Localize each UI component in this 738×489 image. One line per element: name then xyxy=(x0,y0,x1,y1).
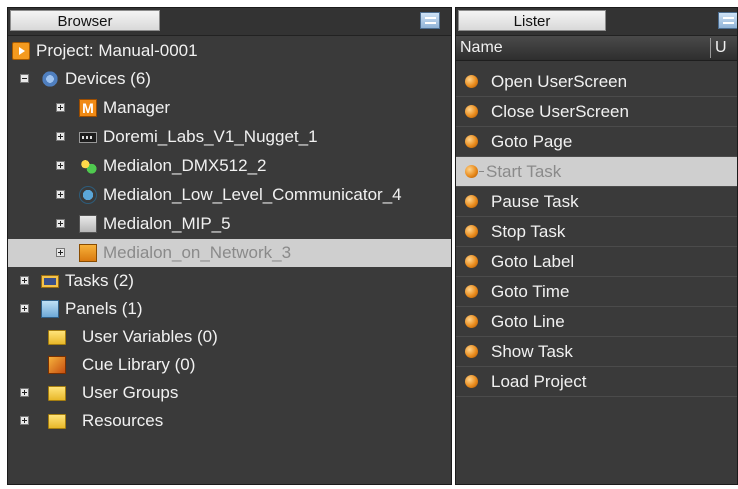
lister-item-label: Goto Page xyxy=(491,132,573,151)
expand-toggle-icon[interactable] xyxy=(56,190,65,199)
command-dot-icon xyxy=(465,285,478,298)
lister-item[interactable]: Goto Page xyxy=(456,127,737,157)
command-dot-icon xyxy=(465,375,478,388)
tasks-icon xyxy=(41,275,59,288)
tree-item-label: User Variables (0) xyxy=(82,327,218,346)
tree-item-panels[interactable]: Panels (1) xyxy=(8,295,451,323)
tree-item-label: Medialon_on_Network_3 xyxy=(103,243,292,262)
lister-item-label: Stop Task xyxy=(491,222,566,241)
mip-device-icon xyxy=(79,215,97,233)
tree-item-device[interactable]: Medialon_Low_Level_Communicator_4 xyxy=(8,181,451,209)
lister-item-label: Show Task xyxy=(491,342,573,361)
nugget-device-icon xyxy=(79,132,97,143)
command-dot-icon xyxy=(465,75,478,88)
lister-tabbar: Lister xyxy=(456,8,737,36)
tree-item-devices[interactable]: Devices (6) xyxy=(8,65,451,93)
command-dot-icon xyxy=(465,105,478,118)
tree-item-label: Medialon_MIP_5 xyxy=(103,214,231,233)
tree-item-label: Project: Manual-0001 xyxy=(36,41,198,60)
folder-icon xyxy=(48,414,66,429)
lister-item[interactable]: Open UserScreen xyxy=(456,67,737,97)
browser-pane: Browser Project: Manual-0001 Devices (6)… xyxy=(7,7,452,485)
lister-item[interactable]: Goto Line xyxy=(456,307,737,337)
lister-item-label: Goto Line xyxy=(491,312,565,331)
tree-item-resources[interactable]: Resources xyxy=(8,407,451,435)
lister-item-label: Close UserScreen xyxy=(491,102,629,121)
column-divider[interactable] xyxy=(710,38,711,58)
tree-item-label: Panels (1) xyxy=(65,299,143,318)
lister-item[interactable]: Goto Time xyxy=(456,277,737,307)
lister-item-label: Goto Label xyxy=(491,252,575,271)
user-variables-icon xyxy=(48,330,66,345)
view-options-icon[interactable] xyxy=(420,12,440,29)
tree-item-label: Doremi_Labs_V1_Nugget_1 xyxy=(103,127,318,146)
lister-pane: Lister Name U Open UserScreen Close User… xyxy=(455,7,738,485)
lister-item-selected[interactable]: Start Task xyxy=(456,157,737,187)
command-dot-icon xyxy=(465,165,478,178)
collapse-toggle-icon[interactable] xyxy=(20,74,29,83)
tree-item-label: Devices (6) xyxy=(65,69,151,88)
folder-icon xyxy=(48,386,66,401)
lister-item[interactable]: Goto Label xyxy=(456,247,737,277)
devices-gear-icon xyxy=(41,70,59,88)
lister-item[interactable]: Pause Task xyxy=(456,187,737,217)
column-header-name[interactable]: Name xyxy=(460,36,503,60)
lister-column-header: Name U xyxy=(456,36,737,61)
lister-item[interactable]: Close UserScreen xyxy=(456,97,737,127)
tree-item-device[interactable]: Doremi_Labs_V1_Nugget_1 xyxy=(8,123,451,151)
expand-toggle-icon[interactable] xyxy=(20,416,29,425)
manager-m-icon: M xyxy=(79,99,97,117)
lister-item-label: Pause Task xyxy=(491,192,579,211)
expand-toggle-icon[interactable] xyxy=(56,219,65,228)
tree-item-device[interactable]: Medialon_DMX512_2 xyxy=(8,152,451,180)
command-dot-icon xyxy=(465,195,478,208)
tree-item-device[interactable]: Medialon_MIP_5 xyxy=(8,210,451,238)
expand-toggle-icon[interactable] xyxy=(56,132,65,141)
lister-item-label: Load Project xyxy=(491,372,587,391)
tree-item-user-variables[interactable]: User Variables (0) xyxy=(8,323,451,351)
dmx-device-icon xyxy=(79,157,97,175)
lister-tab[interactable]: Lister xyxy=(458,10,606,31)
tree-item-label: User Groups xyxy=(82,383,179,402)
tree-item-device[interactable]: M Manager xyxy=(8,94,451,122)
tree-item-label: Resources xyxy=(82,411,164,430)
view-options-icon[interactable] xyxy=(718,12,737,29)
command-dot-icon xyxy=(465,315,478,328)
tree-item-label: Cue Library (0) xyxy=(82,355,196,374)
tree-item-user-groups[interactable]: User Groups xyxy=(8,379,451,407)
expand-toggle-icon[interactable] xyxy=(20,388,29,397)
command-dot-icon xyxy=(465,225,478,238)
browser-tabbar: Browser xyxy=(8,8,451,36)
panels-icon xyxy=(41,300,59,318)
communicator-device-icon xyxy=(79,186,97,204)
lister-item-label: Goto Time xyxy=(491,282,570,301)
expand-toggle-icon[interactable] xyxy=(56,248,65,257)
command-dot-icon xyxy=(465,135,478,148)
tree-item-cue-library[interactable]: Cue Library (0) xyxy=(8,351,451,379)
cue-library-icon xyxy=(48,356,66,374)
tree-item-tasks[interactable]: Tasks (2) xyxy=(8,267,451,295)
lister-item-label: Open UserScreen xyxy=(491,72,628,91)
tree-item-label: Manager xyxy=(103,98,171,117)
expand-toggle-icon[interactable] xyxy=(56,103,65,112)
tree-item-label: Medialon_Low_Level_Communicator_4 xyxy=(103,185,402,204)
network-device-icon xyxy=(79,244,97,262)
tree-item-label: Tasks (2) xyxy=(65,271,134,290)
expand-toggle-icon[interactable] xyxy=(56,161,65,170)
lister-item[interactable]: Show Task xyxy=(456,337,737,367)
tree-item-device-selected[interactable]: Medialon_on_Network_3 xyxy=(8,239,451,267)
expand-toggle-icon[interactable] xyxy=(20,276,29,285)
tree-item-label: Medialon_DMX512_2 xyxy=(103,156,267,175)
expand-toggle-icon[interactable] xyxy=(20,304,29,313)
drag-indicator xyxy=(479,171,484,172)
tree-item-project[interactable]: Project: Manual-0001 xyxy=(8,37,451,65)
column-header-u[interactable]: U xyxy=(715,36,727,60)
browser-tab[interactable]: Browser xyxy=(10,10,160,31)
lister-item[interactable]: Stop Task xyxy=(456,217,737,247)
command-dot-icon xyxy=(465,345,478,358)
command-dot-icon xyxy=(465,255,478,268)
project-icon xyxy=(12,42,30,60)
lister-item[interactable]: Load Project xyxy=(456,367,737,397)
lister-item-label: Start Task xyxy=(486,162,562,181)
